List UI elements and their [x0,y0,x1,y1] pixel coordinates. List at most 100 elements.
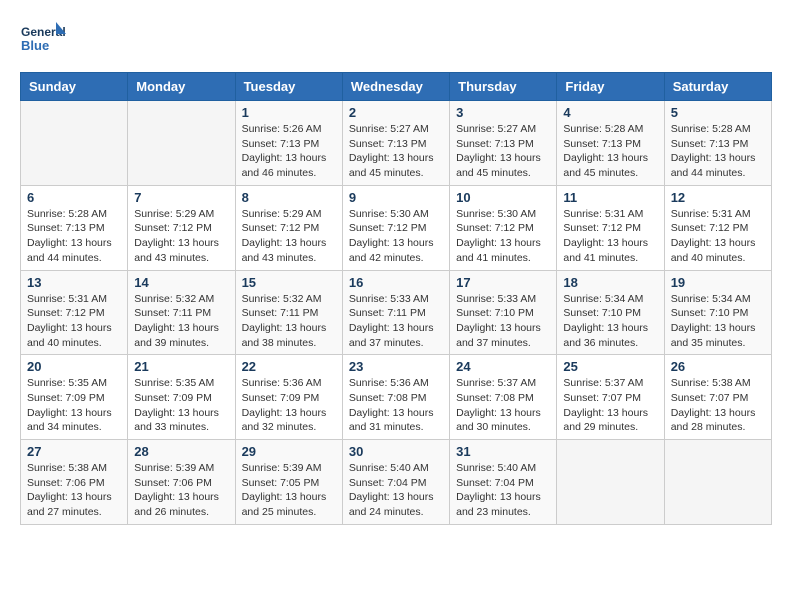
day-info: Sunrise: 5:37 AM Sunset: 7:08 PM Dayligh… [456,376,550,435]
page-header: General Blue [20,20,772,62]
calendar-cell: 16 Sunrise: 5:33 AM Sunset: 7:11 PM Dayli… [342,270,449,355]
day-info: Sunrise: 5:40 AM Sunset: 7:04 PM Dayligh… [456,461,550,520]
day-info: Sunrise: 5:34 AM Sunset: 7:10 PM Dayligh… [563,292,657,351]
calendar-cell: 26 Sunrise: 5:38 AM Sunset: 7:07 PM Dayli… [664,355,771,440]
day-info: Sunrise: 5:29 AM Sunset: 7:12 PM Dayligh… [134,207,228,266]
day-number: 19 [671,275,765,290]
day-number: 6 [27,190,121,205]
calendar-cell: 12 Sunrise: 5:31 AM Sunset: 7:12 PM Dayli… [664,185,771,270]
day-number: 23 [349,359,443,374]
day-info: Sunrise: 5:31 AM Sunset: 7:12 PM Dayligh… [27,292,121,351]
logo: General Blue [20,20,70,62]
calendar-week-row: 27Sunrise: 5:38 AM Sunset: 7:06 PM Dayli… [21,440,772,525]
day-info: Sunrise: 5:35 AM Sunset: 7:09 PM Dayligh… [27,376,121,435]
calendar-cell: 28 Sunrise: 5:39 AM Sunset: 7:06 PM Dayli… [128,440,235,525]
day-number: 7 [134,190,228,205]
day-info: Sunrise: 5:28 AM Sunset: 7:13 PM Dayligh… [563,122,657,181]
day-info: Sunrise: 5:36 AM Sunset: 7:09 PM Dayligh… [242,376,336,435]
weekday-header: Thursday [450,73,557,101]
calendar-cell: 31Sunrise: 5:40 AM Sunset: 7:04 PM Dayli… [450,440,557,525]
calendar-cell: 14Sunrise: 5:32 AM Sunset: 7:11 PM Dayli… [128,270,235,355]
calendar-cell: 21Sunrise: 5:35 AM Sunset: 7:09 PM Dayli… [128,355,235,440]
day-info: Sunrise: 5:31 AM Sunset: 7:12 PM Dayligh… [671,207,765,266]
calendar-cell: 17 Sunrise: 5:33 AM Sunset: 7:10 PM Dayli… [450,270,557,355]
calendar-cell [664,440,771,525]
day-info: Sunrise: 5:35 AM Sunset: 7:09 PM Dayligh… [134,376,228,435]
day-number: 27 [27,444,121,459]
day-info: Sunrise: 5:28 AM Sunset: 7:13 PM Dayligh… [27,207,121,266]
day-number: 4 [563,105,657,120]
calendar-week-row: 1Sunrise: 5:26 AM Sunset: 7:13 PM Daylig… [21,101,772,186]
day-info: Sunrise: 5:38 AM Sunset: 7:07 PM Dayligh… [671,376,765,435]
day-number: 2 [349,105,443,120]
calendar-cell: 15 Sunrise: 5:32 AM Sunset: 7:11 PM Dayli… [235,270,342,355]
day-number: 26 [671,359,765,374]
day-info: Sunrise: 5:39 AM Sunset: 7:05 PM Dayligh… [242,461,336,520]
day-info: Sunrise: 5:26 AM Sunset: 7:13 PM Dayligh… [242,122,336,181]
calendar-week-row: 6 Sunrise: 5:28 AM Sunset: 7:13 PM Daylig… [21,185,772,270]
day-number: 12 [671,190,765,205]
calendar-cell: 6 Sunrise: 5:28 AM Sunset: 7:13 PM Daylig… [21,185,128,270]
day-number: 25 [563,359,657,374]
day-info: Sunrise: 5:32 AM Sunset: 7:11 PM Dayligh… [242,292,336,351]
calendar-cell [128,101,235,186]
day-info: Sunrise: 5:34 AM Sunset: 7:10 PM Dayligh… [671,292,765,351]
day-number: 18 [563,275,657,290]
day-number: 20 [27,359,121,374]
day-number: 15 [242,275,336,290]
day-number: 29 [242,444,336,459]
day-info: Sunrise: 5:30 AM Sunset: 7:12 PM Dayligh… [456,207,550,266]
calendar-cell: 8 Sunrise: 5:29 AM Sunset: 7:12 PM Daylig… [235,185,342,270]
calendar-header-row: SundayMondayTuesdayWednesdayThursdayFrid… [21,73,772,101]
day-number: 13 [27,275,121,290]
day-number: 16 [349,275,443,290]
day-info: Sunrise: 5:28 AM Sunset: 7:13 PM Dayligh… [671,122,765,181]
calendar-cell: 11Sunrise: 5:31 AM Sunset: 7:12 PM Dayli… [557,185,664,270]
weekday-header: Sunday [21,73,128,101]
calendar-cell: 18 Sunrise: 5:34 AM Sunset: 7:10 PM Dayli… [557,270,664,355]
day-number: 14 [134,275,228,290]
day-info: Sunrise: 5:30 AM Sunset: 7:12 PM Dayligh… [349,207,443,266]
day-info: Sunrise: 5:40 AM Sunset: 7:04 PM Dayligh… [349,461,443,520]
day-number: 28 [134,444,228,459]
calendar-cell: 10 Sunrise: 5:30 AM Sunset: 7:12 PM Dayli… [450,185,557,270]
calendar-cell: 9 Sunrise: 5:30 AM Sunset: 7:12 PM Daylig… [342,185,449,270]
day-number: 10 [456,190,550,205]
calendar-cell: 5 Sunrise: 5:28 AM Sunset: 7:13 PM Daylig… [664,101,771,186]
calendar-cell: 25 Sunrise: 5:37 AM Sunset: 7:07 PM Dayli… [557,355,664,440]
calendar-table: SundayMondayTuesdayWednesdayThursdayFrid… [20,72,772,525]
weekday-header: Tuesday [235,73,342,101]
calendar-cell: 22Sunrise: 5:36 AM Sunset: 7:09 PM Dayli… [235,355,342,440]
day-info: Sunrise: 5:39 AM Sunset: 7:06 PM Dayligh… [134,461,228,520]
day-number: 17 [456,275,550,290]
day-info: Sunrise: 5:27 AM Sunset: 7:13 PM Dayligh… [349,122,443,181]
svg-text:Blue: Blue [21,38,49,53]
calendar-cell: 29 Sunrise: 5:39 AM Sunset: 7:05 PM Dayli… [235,440,342,525]
calendar-week-row: 20 Sunrise: 5:35 AM Sunset: 7:09 PM Dayli… [21,355,772,440]
day-number: 24 [456,359,550,374]
day-info: Sunrise: 5:27 AM Sunset: 7:13 PM Dayligh… [456,122,550,181]
calendar-cell: 20 Sunrise: 5:35 AM Sunset: 7:09 PM Dayli… [21,355,128,440]
calendar-cell: 3Sunrise: 5:27 AM Sunset: 7:13 PM Daylig… [450,101,557,186]
calendar-cell: 13 Sunrise: 5:31 AM Sunset: 7:12 PM Dayli… [21,270,128,355]
weekday-header: Saturday [664,73,771,101]
weekday-header: Wednesday [342,73,449,101]
day-info: Sunrise: 5:36 AM Sunset: 7:08 PM Dayligh… [349,376,443,435]
calendar-body: 1Sunrise: 5:26 AM Sunset: 7:13 PM Daylig… [21,101,772,525]
day-number: 8 [242,190,336,205]
day-info: Sunrise: 5:37 AM Sunset: 7:07 PM Dayligh… [563,376,657,435]
calendar-week-row: 13 Sunrise: 5:31 AM Sunset: 7:12 PM Dayli… [21,270,772,355]
calendar-cell: 24 Sunrise: 5:37 AM Sunset: 7:08 PM Dayli… [450,355,557,440]
day-info: Sunrise: 5:33 AM Sunset: 7:10 PM Dayligh… [456,292,550,351]
calendar-cell: 4 Sunrise: 5:28 AM Sunset: 7:13 PM Daylig… [557,101,664,186]
calendar-cell: 19 Sunrise: 5:34 AM Sunset: 7:10 PM Dayli… [664,270,771,355]
calendar-cell: 27Sunrise: 5:38 AM Sunset: 7:06 PM Dayli… [21,440,128,525]
weekday-header: Monday [128,73,235,101]
logo-svg: General Blue [20,20,70,62]
day-number: 9 [349,190,443,205]
day-number: 5 [671,105,765,120]
calendar-cell: 1Sunrise: 5:26 AM Sunset: 7:13 PM Daylig… [235,101,342,186]
day-info: Sunrise: 5:29 AM Sunset: 7:12 PM Dayligh… [242,207,336,266]
day-number: 30 [349,444,443,459]
day-info: Sunrise: 5:33 AM Sunset: 7:11 PM Dayligh… [349,292,443,351]
